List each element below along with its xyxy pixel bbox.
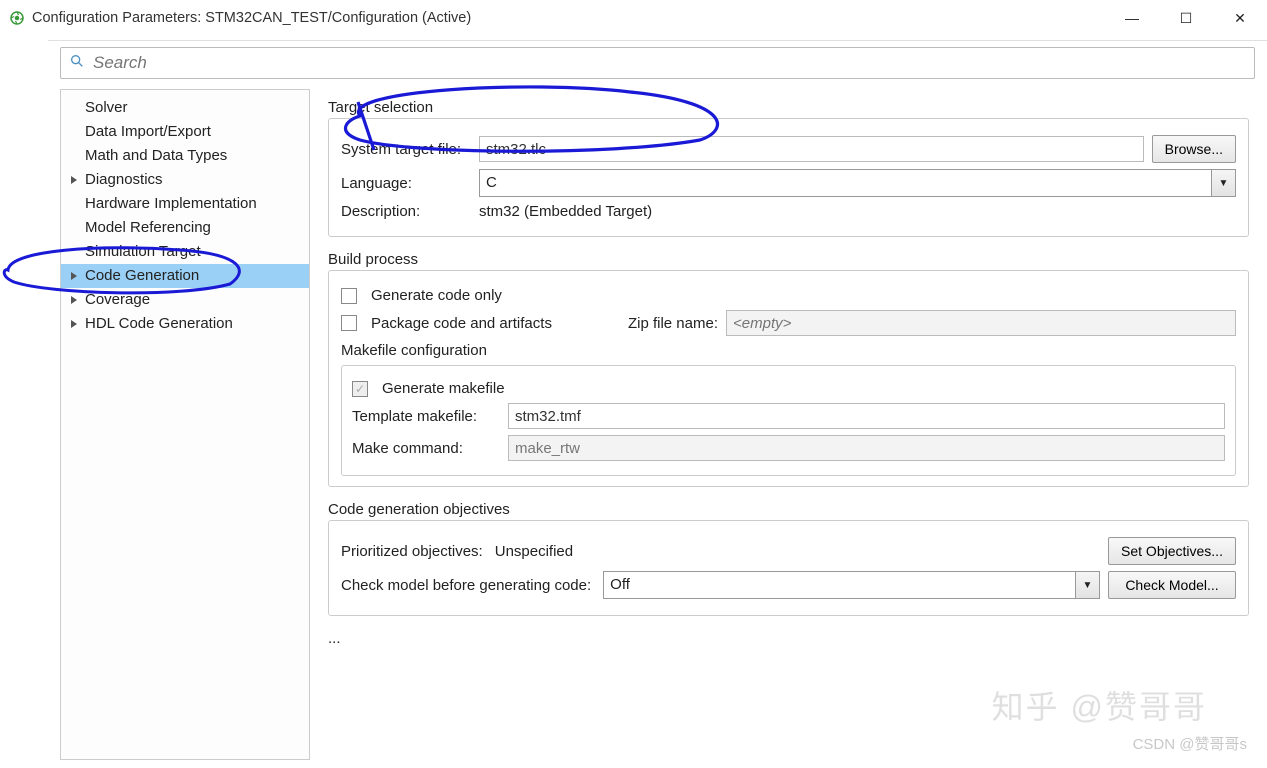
sidebar-item-hardware-implementation[interactable]: Hardware Implementation: [61, 192, 309, 216]
language-label: Language:: [341, 175, 471, 192]
sidebar-item-simulation-target[interactable]: Simulation Target: [61, 240, 309, 264]
description-label: Description:: [341, 203, 471, 220]
sidebar-item-diagnostics[interactable]: Diagnostics: [61, 168, 309, 192]
makefile-config-heading: Makefile configuration: [341, 342, 1236, 359]
window-title: Configuration Parameters: STM32CAN_TEST/…: [32, 10, 1123, 26]
close-button[interactable]: ✕: [1231, 10, 1249, 27]
sidebar-item-hdl-code-generation[interactable]: HDL Code Generation: [61, 312, 309, 336]
sidebar-item-data-import-export[interactable]: Data Import/Export: [61, 120, 309, 144]
check-model-select[interactable]: Off ▼: [603, 571, 1100, 599]
search-bar[interactable]: [60, 47, 1255, 79]
sidebar-item-label: Data Import/Export: [85, 123, 211, 140]
set-objectives-button[interactable]: Set Objectives...: [1108, 537, 1236, 565]
objectives-heading: Code generation objectives: [328, 501, 1249, 518]
check-model-button[interactable]: Check Model...: [1108, 571, 1236, 599]
sidebar-item-math-data-types[interactable]: Math and Data Types: [61, 144, 309, 168]
sidebar-item-label: Math and Data Types: [85, 147, 227, 164]
sidebar-item-label: Code Generation: [85, 267, 199, 284]
makefile-config-panel: Generate makefile Template makefile: Mak…: [341, 365, 1236, 476]
more-options[interactable]: ...: [328, 630, 1249, 647]
package-code-checkbox[interactable]: [341, 315, 357, 331]
minimize-button[interactable]: —: [1123, 10, 1141, 26]
sidebar-item-model-referencing[interactable]: Model Referencing: [61, 216, 309, 240]
app-icon: [8, 9, 26, 27]
search-icon: [69, 53, 85, 73]
sidebar-item-label: Simulation Target: [85, 243, 201, 260]
sidebar-item-coverage[interactable]: Coverage: [61, 288, 309, 312]
build-process-heading: Build process: [328, 251, 1249, 268]
package-code-label: Package code and artifacts: [371, 315, 552, 332]
objectives-panel: Prioritized objectives: Unspecified Set …: [328, 520, 1249, 616]
search-input[interactable]: [91, 52, 1246, 74]
generate-makefile-checkbox: [352, 381, 368, 397]
generate-code-only-checkbox[interactable]: [341, 288, 357, 304]
template-makefile-input[interactable]: [508, 403, 1225, 429]
watermark-zhihu: 知乎 @赞哥哥: [992, 682, 1207, 728]
target-selection-panel: System target file: Browse... Language: …: [328, 118, 1249, 237]
sidebar-item-label: Model Referencing: [85, 219, 211, 236]
category-tree: Solver Data Import/Export Math and Data …: [60, 89, 310, 760]
browse-button[interactable]: Browse...: [1152, 135, 1236, 163]
generate-makefile-label: Generate makefile: [382, 380, 505, 397]
chevron-down-icon[interactable]: ▼: [1076, 571, 1100, 599]
template-makefile-label: Template makefile:: [352, 408, 500, 425]
make-command-input: [508, 435, 1225, 461]
zip-file-name-label: Zip file name:: [628, 315, 718, 332]
system-target-file-input[interactable]: [479, 136, 1144, 162]
chevron-down-icon[interactable]: ▼: [1212, 169, 1236, 197]
build-process-panel: Generate code only Package code and arti…: [328, 270, 1249, 487]
prioritized-objectives-value: Unspecified: [495, 543, 1100, 560]
language-select[interactable]: C ▼: [479, 169, 1236, 197]
sidebar-item-code-generation[interactable]: Code Generation: [61, 264, 309, 288]
watermark-csdn: CSDN @赞哥哥s: [1133, 733, 1247, 754]
sidebar-item-label: Hardware Implementation: [85, 195, 257, 212]
sidebar-item-label: Solver: [85, 99, 128, 116]
check-model-value: Off: [603, 571, 1076, 599]
make-command-label: Make command:: [352, 440, 500, 457]
maximize-button[interactable]: ☐: [1177, 10, 1195, 27]
target-selection-heading: Target selection: [328, 99, 1249, 116]
language-value: C: [479, 169, 1212, 197]
zip-file-name-input: [726, 310, 1236, 336]
system-target-file-label: System target file:: [341, 141, 471, 158]
prioritized-objectives-label: Prioritized objectives:: [341, 543, 483, 560]
check-model-label: Check model before generating code:: [341, 577, 591, 594]
generate-code-only-label: Generate code only: [371, 287, 502, 304]
description-value: stm32 (Embedded Target): [479, 203, 652, 220]
sidebar-item-label: Diagnostics: [85, 171, 163, 188]
sidebar-item-label: HDL Code Generation: [85, 315, 233, 332]
sidebar-item-label: Coverage: [85, 291, 150, 308]
sidebar-item-solver[interactable]: Solver: [61, 96, 309, 120]
